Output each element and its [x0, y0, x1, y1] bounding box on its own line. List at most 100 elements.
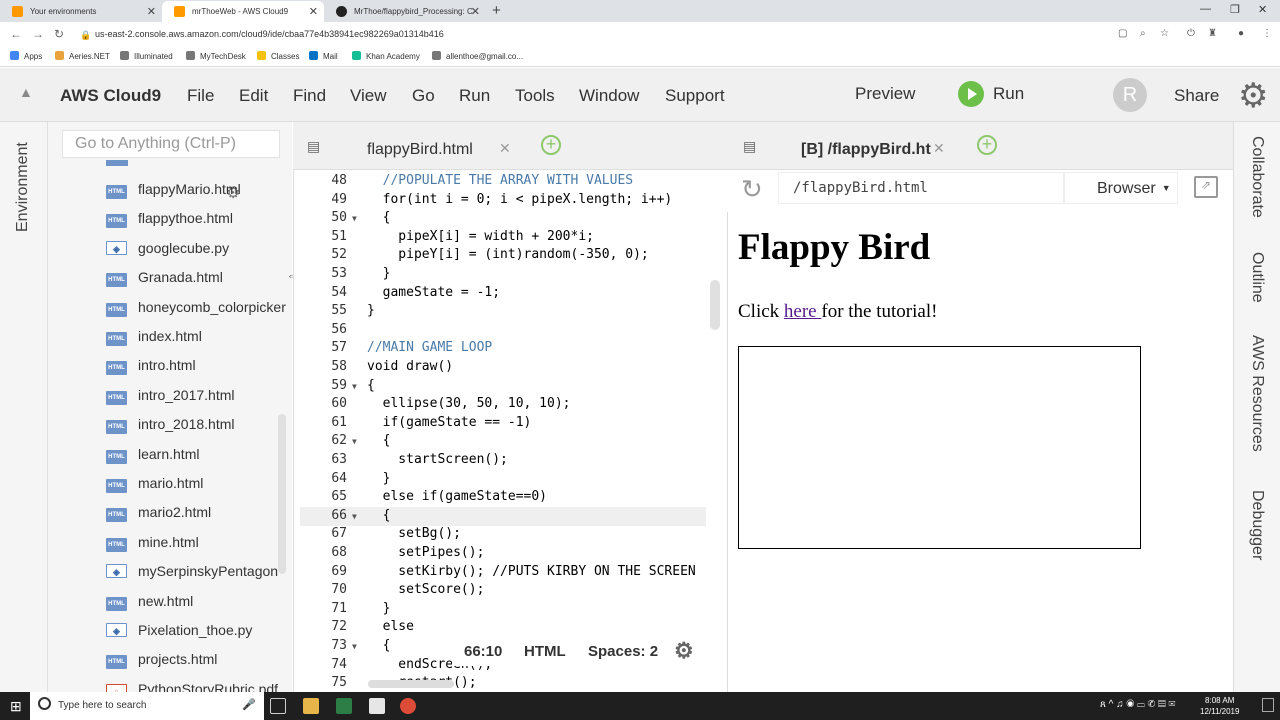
code-area[interactable]: 48 //POPULATE THE ARRAY WITH VALUES 49 fo… — [293, 170, 727, 692]
url-field[interactable]: us-east-2.console.aws.amazon.com/cloud9/… — [95, 29, 444, 39]
line-number[interactable]: 71 — [293, 601, 353, 616]
processing-canvas[interactable] — [738, 346, 1141, 549]
bookmark-classes[interactable]: Classes — [257, 51, 299, 61]
line-number[interactable]: 62 — [293, 433, 353, 448]
mail-icon[interactable] — [369, 698, 385, 714]
close-icon[interactable]: ✕ — [309, 5, 318, 18]
indent-setting[interactable]: Spaces: 2 — [588, 643, 658, 660]
run-button[interactable]: Run — [993, 84, 1024, 104]
fold-icon[interactable]: ▼ — [352, 642, 357, 651]
line-number[interactable]: 57 — [293, 340, 353, 355]
file-item[interactable]: HTML mario2.html — [106, 504, 292, 526]
line-number[interactable]: 58 — [293, 359, 353, 374]
collaborate-tab[interactable]: Collaborate — [1248, 136, 1266, 218]
code-line[interactable]: for(int i = 0; i < pipeX.length; i++) — [367, 192, 673, 207]
code-line[interactable]: setBg(); — [367, 526, 461, 541]
zoom-icon[interactable]: ⌕ — [1140, 28, 1146, 39]
code-line[interactable]: { — [367, 508, 391, 523]
bookmark-mytechdesk[interactable]: MyTechDesk — [186, 51, 246, 61]
code-line[interactable]: { — [367, 433, 391, 448]
preview-button[interactable]: Preview — [855, 84, 915, 104]
code-line[interactable]: else — [367, 619, 414, 634]
back-icon[interactable]: ← — [10, 27, 22, 41]
menu-edit[interactable]: Edit — [239, 86, 268, 106]
menu-view[interactable]: View — [350, 86, 387, 106]
outline-tab[interactable]: Outline — [1248, 252, 1266, 303]
browser-tab-2[interactable]: MrThoe/flappybird_Processing: C ✕ — [324, 1, 486, 22]
aws-resources-tab[interactable]: AWS Resources — [1248, 335, 1266, 452]
line-number[interactable]: 50 — [293, 210, 353, 225]
minimize-icon[interactable]: — — [1200, 3, 1211, 15]
taskbar-search[interactable]: Type here to search 🎤 — [30, 692, 264, 720]
menu-tools[interactable]: Tools — [515, 86, 555, 106]
tab-flappybird[interactable]: flappyBird.html — [367, 141, 473, 159]
code-line[interactable]: else if(gameState==0) — [367, 489, 547, 504]
goto-anything-input[interactable]: Go to Anything (Ctrl-P) — [62, 130, 280, 158]
line-number[interactable]: 66 — [293, 508, 353, 523]
file-item[interactable]: HTML honeycomb_colorpicker — [106, 299, 292, 321]
fold-icon[interactable]: ▼ — [352, 437, 357, 446]
file-item[interactable]: HTML intro_2017.html — [106, 387, 292, 409]
gear-icon[interactable]: ⚙ — [1238, 76, 1268, 116]
line-number[interactable]: 52 — [293, 247, 353, 262]
share-button[interactable]: Share — [1174, 86, 1219, 106]
bookmark-khan[interactable]: Khan Academy — [352, 51, 420, 61]
bookmark-aeries[interactable]: Aeries.NET — [55, 51, 110, 61]
bookmark-apps[interactable]: Apps — [10, 51, 42, 61]
menu-icon[interactable]: ⋮ — [1262, 28, 1272, 39]
code-line[interactable]: } — [367, 471, 391, 486]
file-explorer-icon[interactable] — [303, 698, 319, 714]
menu-window[interactable]: Window — [579, 86, 639, 106]
close-window-icon[interactable]: ✕ — [1258, 3, 1267, 16]
bookmark-mail[interactable]: Mail — [309, 51, 338, 61]
preview-url-field[interactable]: /flappyBird.html — [778, 172, 1064, 204]
environment-tab[interactable]: Environment — [14, 142, 32, 232]
gear-icon[interactable]: ⚙ — [674, 638, 694, 664]
file-item[interactable]: HTML flappythoe.html — [106, 210, 292, 232]
browser-tab-0[interactable]: Your environments ✕ — [0, 1, 162, 22]
line-number[interactable]: 70 — [293, 582, 353, 597]
add-tab-icon[interactable]: + — [977, 135, 997, 155]
maximize-icon[interactable]: ❐ — [1230, 3, 1240, 16]
code-line[interactable]: } — [367, 266, 391, 281]
store-icon[interactable] — [336, 698, 352, 714]
clock[interactable]: 8:08 AM 12/11/2019 — [1200, 695, 1239, 717]
file-item[interactable]: HTML mine.html — [106, 534, 292, 556]
menu-find[interactable]: Find — [293, 86, 326, 106]
fold-icon[interactable]: ▼ — [352, 382, 357, 391]
line-number[interactable]: 75 — [293, 675, 353, 690]
line-number[interactable]: 48 — [293, 173, 353, 188]
run-icon[interactable] — [958, 81, 984, 107]
code-line[interactable]: { — [367, 378, 375, 393]
tree-scrollbar[interactable] — [278, 414, 286, 574]
line-number[interactable]: 51 — [293, 229, 353, 244]
file-item[interactable]: HTML index.html — [106, 328, 292, 350]
fold-icon[interactable]: ▼ — [352, 214, 357, 223]
line-number[interactable]: 65 — [293, 489, 353, 504]
notification-icon[interactable] — [1262, 698, 1274, 712]
line-number[interactable]: 68 — [293, 545, 353, 560]
file-item[interactable]: HTML Granada.html — [106, 269, 292, 291]
language-mode[interactable]: HTML — [524, 643, 566, 660]
code-line[interactable]: //MAIN GAME LOOP — [367, 340, 492, 355]
line-number[interactable]: 60 — [293, 396, 353, 411]
code-line[interactable]: pipeX[i] = width + 200*i; — [367, 229, 594, 244]
file-item[interactable]: HTML projects.html — [106, 651, 292, 673]
browser-tab-1[interactable]: mrThoeWeb - AWS Cloud9 ✕ — [162, 1, 324, 22]
close-icon[interactable]: ✕ — [471, 5, 480, 18]
file-item[interactable]: HTML learn.html — [106, 446, 292, 468]
code-line[interactable]: setScore(); — [367, 582, 484, 597]
file-item[interactable]: ◈ googlecube.py — [106, 240, 292, 262]
tab-list-icon[interactable]: ▤ — [307, 138, 320, 155]
file-item[interactable]: HTML intro_2018.html — [106, 416, 292, 438]
code-line[interactable]: setPipes(); — [367, 545, 484, 560]
line-number[interactable]: 63 — [293, 452, 353, 467]
line-number[interactable]: 73 — [293, 638, 353, 653]
code-line[interactable]: ellipse(30, 50, 10, 10); — [367, 396, 571, 411]
profile-icon[interactable]: ● — [1238, 28, 1244, 39]
line-number[interactable]: 53 — [293, 266, 353, 281]
code-line[interactable]: pipeY[i] = (int)random(-350, 0); — [367, 247, 648, 262]
file-item[interactable]: HTML flappyMario.html — [106, 181, 292, 203]
line-number[interactable]: 74 — [293, 657, 353, 672]
close-icon[interactable]: ✕ — [499, 140, 511, 157]
